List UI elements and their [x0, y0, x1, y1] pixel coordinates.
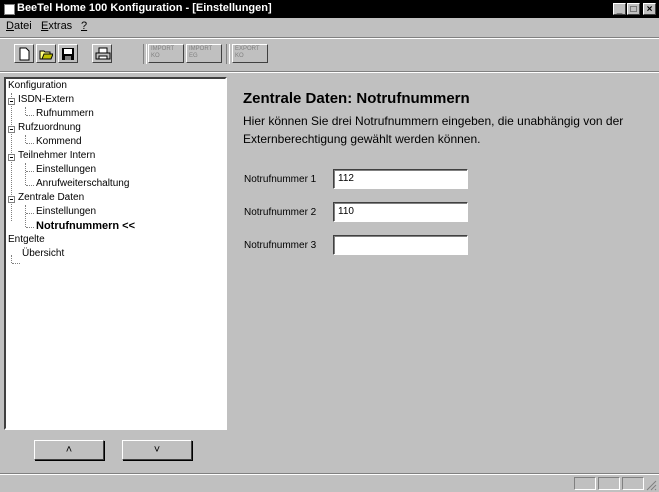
collapse-icon[interactable]: [8, 154, 15, 161]
print-button[interactable]: [92, 44, 112, 63]
page-title: Zentrale Daten: Notrufnummern: [243, 90, 470, 107]
window-title: BeeTel Home 100 Konfiguration - [Einstel…: [17, 2, 272, 14]
new-file-button[interactable]: [14, 44, 34, 63]
previous-page-button[interactable]: ˄: [34, 440, 104, 460]
collapse-icon[interactable]: [8, 126, 15, 133]
notrufnummer-2-input[interactable]: 110: [333, 202, 468, 222]
tree-item-rufnummern[interactable]: Rufnummern: [36, 108, 94, 120]
collapse-icon[interactable]: [8, 196, 15, 203]
open-file-button[interactable]: [36, 44, 56, 63]
menu-datei[interactable]: Datei: [6, 20, 32, 32]
chevron-down-icon: ˅: [153, 444, 161, 456]
tree-item-uebersicht[interactable]: Übersicht: [22, 248, 64, 260]
tree-connector: [25, 163, 26, 185]
import-ko-label: IMPORT KO: [151, 46, 175, 59]
tree-item-kommend[interactable]: Kommend: [36, 136, 82, 148]
content-divider: [0, 71, 659, 73]
resize-grip-icon[interactable]: [645, 479, 657, 491]
menu-bar: Datei Extras ?: [0, 18, 659, 36]
save-disk-icon: [62, 48, 74, 60]
toolbar: IMPORT KO IMPORT EG EXPORT KO: [0, 38, 659, 68]
notrufnummer-2-label: Notrufnummer 2: [244, 207, 317, 218]
status-cell: [574, 477, 596, 490]
import-eg-button[interactable]: IMPORT EG: [186, 44, 222, 63]
new-file-icon: [19, 47, 30, 61]
import-ko-button[interactable]: IMPORT KO: [148, 44, 184, 63]
tree-item-zentrale-daten[interactable]: Zentrale Daten: [18, 192, 84, 204]
tree-connector: [26, 227, 34, 228]
menu-help[interactable]: ?: [81, 20, 87, 32]
toolbar-separator: [226, 44, 230, 64]
notrufnummer-1-label: Notrufnummer 1: [244, 174, 317, 185]
notrufnummer-1-input[interactable]: 112: [333, 169, 468, 189]
tree-item-konfiguration[interactable]: Konfiguration: [8, 80, 67, 92]
status-cell: [622, 477, 644, 490]
printer-icon: [95, 47, 111, 60]
minimize-button[interactable]: _: [613, 3, 626, 15]
next-page-button[interactable]: ˅: [122, 440, 192, 460]
navigation-tree[interactable]: Konfiguration ISDN-Extern Rufnummern Ruf…: [4, 77, 227, 430]
title-bar: BeeTel Home 100 Konfiguration - [Einstel…: [0, 0, 659, 18]
tree-connector: [25, 205, 26, 227]
import-eg-label: IMPORT EG: [189, 46, 213, 59]
collapse-icon[interactable]: [8, 98, 15, 105]
notrufnummer-3-input[interactable]: [333, 235, 468, 255]
tree-connector: [26, 115, 34, 116]
tree-item-entgelte[interactable]: Entgelte: [8, 234, 45, 246]
export-ko-button[interactable]: EXPORT KO: [232, 44, 268, 63]
tree-item-isdn-extern[interactable]: ISDN-Extern: [18, 94, 74, 106]
tree-item-teilnehmer-intern[interactable]: Teilnehmer Intern: [18, 150, 95, 162]
close-button[interactable]: ×: [643, 3, 656, 15]
menu-extras[interactable]: Extras: [41, 20, 72, 32]
maximize-button[interactable]: □: [627, 3, 640, 15]
page-description: Hier können Sie drei Notrufnummern einge…: [243, 114, 624, 146]
app-icon[interactable]: [4, 4, 15, 15]
status-bar: [0, 475, 659, 492]
status-cell: [598, 477, 620, 490]
tree-connector: [26, 143, 34, 144]
tree-item-einstellungen[interactable]: Einstellungen: [36, 206, 96, 218]
tree-item-rufzuordnung[interactable]: Rufzuordnung: [18, 122, 81, 134]
toolbar-separator: [143, 44, 147, 64]
tree-connector: [26, 185, 34, 186]
export-ko-label: EXPORT KO: [235, 46, 260, 59]
tree-connector: [12, 263, 20, 264]
open-folder-icon: [39, 50, 53, 60]
save-button[interactable]: [58, 44, 78, 63]
notrufnummer-3-label: Notrufnummer 3: [244, 240, 317, 251]
tree-connector: [25, 135, 26, 143]
tree-connector: [26, 171, 34, 172]
chevron-up-icon: ˄: [65, 444, 73, 456]
tree-connector: [26, 213, 34, 214]
tree-item-anrufweiterschaltung[interactable]: Anrufweiterschaltung: [36, 178, 129, 190]
tree-item-einstellungen[interactable]: Einstellungen: [36, 164, 96, 176]
tree-connector: [11, 255, 12, 263]
tree-connector: [25, 107, 26, 115]
tree-item-notrufnummern[interactable]: Notrufnummern <<: [36, 220, 135, 232]
